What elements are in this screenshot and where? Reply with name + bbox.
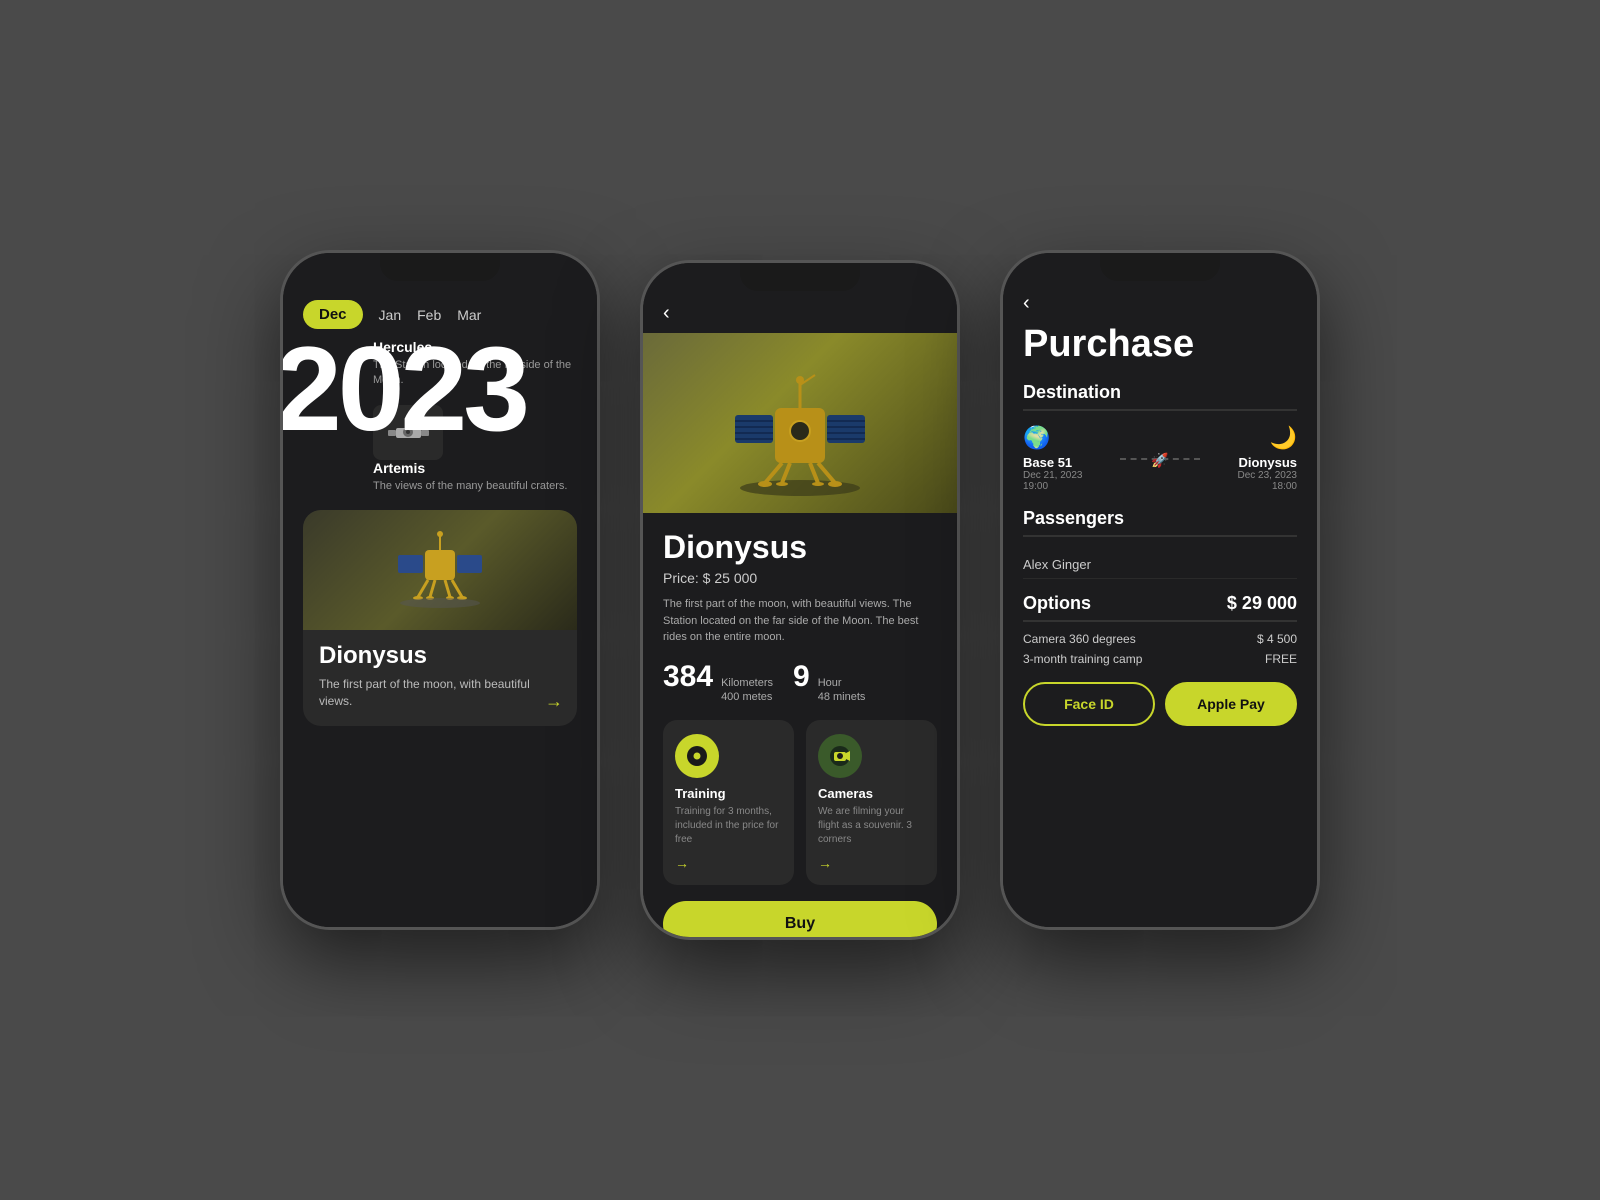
featured-title: Dionysus bbox=[319, 642, 561, 670]
year-label: 2023 bbox=[283, 329, 526, 449]
month-jan[interactable]: Jan bbox=[379, 307, 402, 323]
month-mar[interactable]: Mar bbox=[457, 307, 481, 323]
buy-button[interactable]: Buy bbox=[663, 901, 937, 937]
total-price: $ 29 000 bbox=[1227, 593, 1297, 614]
phone-2: ‹ bbox=[640, 260, 960, 940]
month-feb[interactable]: Feb bbox=[417, 307, 441, 323]
phone-3: ‹ Purchase Destination 🌍 Base 51 Dec 21,… bbox=[1000, 250, 1320, 930]
option-row: Camera 360 degrees $ 4 500 bbox=[1023, 632, 1297, 646]
route-row: 🌍 Base 51 Dec 21, 2023 19:00 🚀 🌙 Dionysu… bbox=[1023, 425, 1297, 492]
options-heading: Options bbox=[1023, 593, 1091, 614]
destination-heading: Destination bbox=[1023, 382, 1297, 411]
stat-duration: 9 Hour 48 minets bbox=[793, 660, 865, 705]
feature-arrow-2-icon[interactable]: → bbox=[818, 855, 925, 871]
payment-buttons: Face ID Apple Pay bbox=[1023, 682, 1297, 742]
back-button-3[interactable]: ‹ bbox=[1003, 288, 1317, 323]
hero-image bbox=[643, 333, 957, 513]
stat-distance: 384 Kilometers 400 metes bbox=[663, 660, 773, 705]
feature-arrow-icon[interactable]: → bbox=[675, 855, 782, 871]
mission-desc: The first part of the moon, with beautif… bbox=[663, 596, 937, 646]
stats-row: 384 Kilometers 400 metes 9 Hour 48 minet… bbox=[663, 660, 937, 705]
face-id-button[interactable]: Face ID bbox=[1023, 682, 1155, 726]
moon-icon: 🌙 bbox=[1270, 425, 1297, 451]
feature-training: Training Training for 3 months, included… bbox=[663, 720, 794, 885]
training-icon bbox=[675, 734, 719, 778]
arrow-icon[interactable]: → bbox=[545, 691, 563, 712]
options-section: Options $ 29 000 Camera 360 degrees $ 4 … bbox=[1023, 593, 1297, 666]
plane-icon: 🚀 bbox=[1151, 452, 1168, 469]
phone-1: Dec Jan Feb Mar 2023 Hercules The Statio… bbox=[280, 250, 600, 930]
earth-icon: 🌍 bbox=[1023, 425, 1050, 451]
apple-pay-button[interactable]: Apple Pay bbox=[1165, 682, 1297, 726]
route-line: 🚀 bbox=[1083, 458, 1238, 460]
origin-point: 🌍 Base 51 Dec 21, 2023 19:00 bbox=[1023, 425, 1083, 492]
mission-title: Dionysus bbox=[663, 529, 937, 566]
passengers-heading: Passengers bbox=[1023, 508, 1297, 537]
featured-image bbox=[303, 510, 577, 630]
passengers-section: Passengers Alex Ginger bbox=[1023, 508, 1297, 579]
passenger-name: Alex Ginger bbox=[1023, 551, 1297, 579]
cameras-icon bbox=[818, 734, 862, 778]
featured-desc: The first part of the moon, with beautif… bbox=[319, 676, 561, 710]
option-row: 3-month training camp FREE bbox=[1023, 652, 1297, 666]
destination-point: 🌙 Dionysus Dec 23, 2023 18:00 bbox=[1238, 425, 1298, 492]
back-button[interactable]: ‹ bbox=[643, 298, 957, 333]
featured-card[interactable]: Dionysus The first part of the moon, wit… bbox=[303, 510, 577, 726]
feature-cameras: Cameras We are filming your flight as a … bbox=[806, 720, 937, 885]
features-row: Training Training for 3 months, included… bbox=[663, 720, 937, 885]
purchase-title: Purchase bbox=[1023, 323, 1297, 366]
mission-price: Price: $ 25 000 bbox=[663, 570, 937, 586]
